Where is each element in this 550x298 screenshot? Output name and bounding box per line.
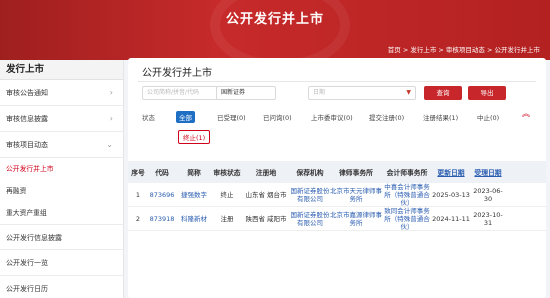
stock-code-link[interactable]: 873918: [148, 215, 176, 223]
main-panel: 公开发行并上市 公司简称/拼音/代码 国新证券 日期 ▼ 查询 导出 状态 全部…: [128, 58, 546, 298]
sidebar-subitem-public-offering[interactable]: 公开发行并上市: [0, 158, 123, 180]
column-header: 审核状态: [213, 169, 241, 177]
row-number: 1: [135, 190, 141, 199]
export-button[interactable]: 导出: [468, 86, 506, 100]
column-header: 注册地: [255, 169, 277, 177]
sidebar-item-label: 审核公告通知: [6, 89, 48, 97]
chevron-right-icon: ›: [109, 88, 113, 97]
company-name-link[interactable]: 捷强数字: [176, 191, 212, 199]
sidebar-item-offering-calendar[interactable]: 公开发行日历: [0, 276, 123, 298]
column-header: 会计师事务所: [386, 169, 428, 177]
column-header: 律师事务所: [339, 169, 373, 177]
updated-date: 2024-11-11: [432, 214, 470, 223]
sponsor-link[interactable]: 国新证券股份有限公司: [290, 187, 330, 203]
accepted-date: 2023-06-30: [473, 186, 503, 203]
registration-region: 陕西省 咸阳市: [245, 214, 287, 223]
law-firm-link[interactable]: 北京市嘉源律师事务所: [330, 211, 382, 227]
sidebar-item-audit-disclosure[interactable]: 审核信息披露 ›: [0, 106, 123, 132]
accounting-firm-link[interactable]: 致同会计师事务所（特殊普通合伙）: [382, 207, 432, 231]
audit-status: 注册: [220, 214, 234, 223]
sidebar-item-offering-disclosure[interactable]: 公开发行信息披露: [0, 224, 123, 250]
updated-date: 2025-03-13: [432, 190, 470, 199]
chevron-down-icon: ⌄: [106, 140, 113, 149]
law-firm-link[interactable]: 北京市天元律师事务所: [330, 187, 382, 203]
sidebar-item-offering-list[interactable]: 公开发行一览: [0, 250, 123, 276]
sidebar-item-label: 审核项目动态: [6, 141, 48, 149]
row-number: 2: [135, 214, 141, 223]
query-button[interactable]: 查询: [424, 86, 462, 100]
accepted-date: 2023-10-31: [473, 210, 503, 227]
page-banner: 公开发行并上市 首页 > 发行上市 > 审核项目动态 > 公开发行并上市: [0, 0, 550, 60]
chevron-right-icon: ›: [109, 114, 113, 123]
date-placeholder: 日期: [313, 89, 326, 96]
dropdown-arrow-icon: ▼: [406, 89, 411, 96]
status-filter-suspended[interactable]: 中止(0): [474, 111, 502, 123]
audit-status: 终止: [220, 190, 234, 199]
page-title: 公开发行并上市: [142, 68, 212, 79]
sidebar-subitem-refinancing[interactable]: 再融资: [0, 180, 123, 202]
banner-title: 公开发行并上市: [225, 12, 324, 27]
sidebar-heading: 发行上市: [0, 60, 123, 80]
column-header: 代码: [155, 169, 169, 177]
column-header: 序号: [131, 169, 145, 177]
collapse-icon[interactable]: ︽: [522, 108, 530, 119]
sidebar-item-label: 公开发行日历: [6, 285, 48, 293]
sidebar-subitem-restructuring[interactable]: 重大资产重组: [0, 202, 123, 224]
company-name-link[interactable]: 科隆新材: [176, 215, 212, 223]
table-row[interactable]: 1 873696 捷强数字 终止 山东省 烟台市 国新证券股份有限公司 北京市天…: [128, 183, 546, 207]
date-picker[interactable]: 日期 ▼: [308, 86, 416, 100]
column-header: 简称: [187, 169, 201, 177]
registration-region: 山东省 烟台市: [245, 190, 287, 199]
status-filter-registration-submitted[interactable]: 提交注册(0): [366, 111, 407, 123]
sidebar-item-audit-notices[interactable]: 审核公告通知 ›: [0, 80, 123, 106]
sidebar-item-label: 审核信息披露: [6, 115, 48, 123]
status-filter-accepted[interactable]: 已受理(0): [214, 111, 249, 123]
sponsor-link[interactable]: 国新证券股份有限公司: [290, 211, 330, 227]
sidebar-item-label: 公开发行一览: [6, 259, 48, 267]
table-header: 序号 代码 简称 审核状态 注册地 保荐机构 律师事务所 会计师事务所 更新日期…: [128, 161, 546, 183]
column-header: 保荐机构: [296, 169, 324, 177]
sidebar-item-label: 公开发行信息披露: [6, 234, 62, 242]
status-filter-inquired[interactable]: 已问询(0): [260, 111, 295, 123]
breadcrumb[interactable]: 首页 > 发行上市 > 审核项目动态 > 公开发行并上市: [388, 44, 540, 54]
table-row[interactable]: 2 873918 科隆新材 注册 陕西省 咸阳市 国新证券股份有限公司 北京市嘉…: [128, 207, 546, 231]
sponsor-input[interactable]: 国新证券: [216, 86, 276, 100]
accounting-firm-link[interactable]: 中喜会计师事务所（特殊普通合伙）: [382, 183, 432, 207]
sort-updated-date[interactable]: 更新日期: [432, 167, 470, 177]
status-filter-committee[interactable]: 上市委审议(0): [308, 111, 356, 123]
sidebar: 发行上市 审核公告通知 › 审核信息披露 › 审核项目动态 ⌄ 公开发行并上市 …: [0, 60, 124, 298]
title-divider: [138, 81, 536, 82]
status-filter-all[interactable]: 全部: [176, 111, 195, 123]
status-filter-terminated[interactable]: 终止(1): [178, 130, 211, 144]
status-filter-label: 状态: [142, 114, 155, 122]
sort-accepted-date[interactable]: 受理日期: [470, 167, 506, 177]
status-filter-registration-result[interactable]: 注册结果(1): [420, 111, 461, 123]
stock-code-link[interactable]: 873696: [148, 191, 176, 199]
sidebar-item-audit-projects[interactable]: 审核项目动态 ⌄: [0, 132, 123, 158]
